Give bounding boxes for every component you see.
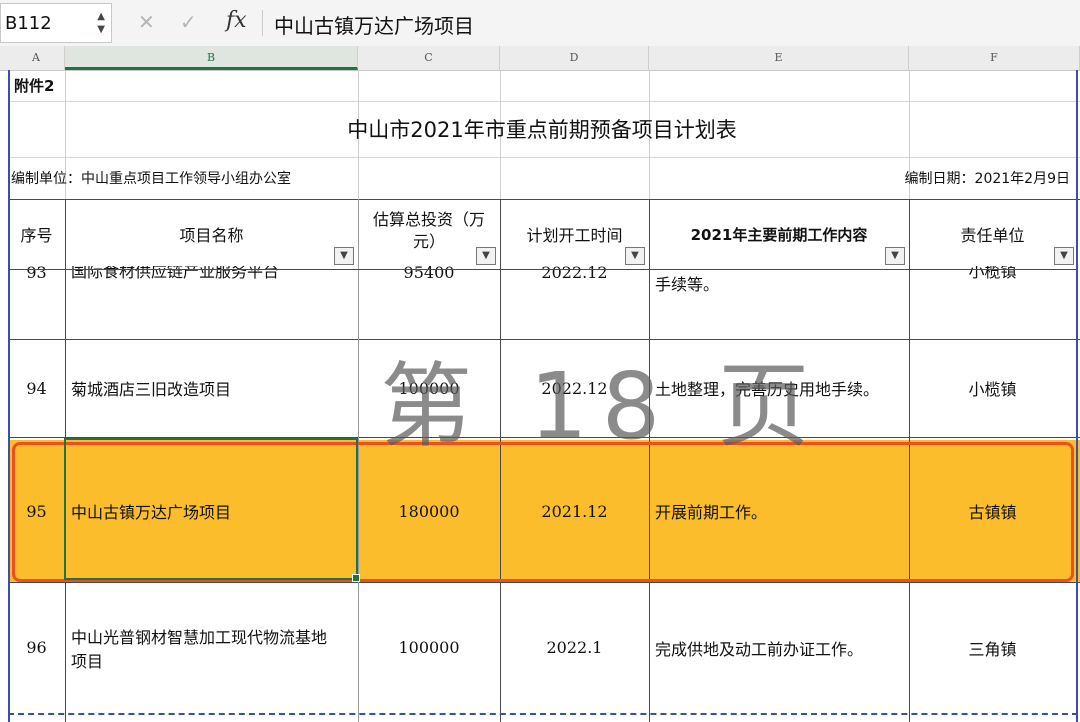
row-main-work[interactable]: 土地整理，完善历史用地手续。: [649, 339, 909, 437]
insert-function-icon[interactable]: fx: [226, 8, 247, 33]
fill-handle[interactable]: [352, 574, 360, 582]
row-seq[interactable]: 96: [8, 582, 65, 713]
formula-bar-divider: [262, 10, 263, 36]
row-start-time[interactable]: 2022.1: [500, 582, 649, 713]
formula-input[interactable]: 中山古镇万达广场项目: [274, 10, 474, 39]
row-project-name-line1: 中山光普钢材智慧加工现代物流基地: [71, 627, 328, 647]
header-main-work[interactable]: 2021年主要前期工作内容: [649, 199, 909, 269]
cell-reference[interactable]: B112: [5, 13, 52, 34]
row-project-name[interactable]: 菊城酒店三旧改造项目: [65, 339, 358, 437]
column-header-e[interactable]: E: [649, 46, 909, 70]
row-responsible-unit[interactable]: 三角镇: [909, 582, 1076, 713]
chevron-up-icon[interactable]: ▲: [97, 11, 105, 22]
spreadsheet-grid[interactable]: 附件2 中山市2021年市重点前期预备项目计划表 编制单位：中山重点项目工作领导…: [0, 70, 1080, 722]
name-box[interactable]: B112 ▲ ▼: [0, 3, 112, 43]
filter-dropdown-icon[interactable]: ▼: [625, 247, 645, 265]
row-investment[interactable]: 100000: [358, 582, 500, 713]
confirm-icon[interactable]: ✓: [180, 10, 197, 34]
row-main-work[interactable]: 手续等。: [649, 272, 909, 294]
page-break-line: [1076, 70, 1078, 722]
filter-dropdown-icon[interactable]: ▼: [1054, 247, 1074, 265]
row-main-work[interactable]: 完成供地及动工前办证工作。: [649, 582, 909, 713]
frozen-pane-border: [8, 269, 1076, 270]
header-project-name[interactable]: 项目名称: [65, 199, 358, 269]
filter-dropdown-icon[interactable]: ▼: [885, 247, 905, 265]
attachment-label[interactable]: 附件2: [8, 70, 65, 101]
header-investment-line1[interactable]: 估算总投资（万: [358, 208, 500, 229]
row-project-name-line2: 项目: [71, 651, 104, 671]
column-header-bar: A B C D E F: [0, 46, 1080, 71]
cancel-icon[interactable]: ✕: [138, 10, 155, 34]
sheet-title[interactable]: 中山市2021年市重点前期预备项目计划表: [8, 101, 1076, 157]
row-responsible-unit[interactable]: 小榄镇: [909, 339, 1076, 437]
header-responsible-unit[interactable]: 责任单位: [909, 199, 1076, 269]
filter-dropdown-icon[interactable]: ▼: [476, 247, 496, 265]
compiling-date[interactable]: 编制日期：2021年2月9日: [860, 157, 1074, 199]
filter-dropdown-icon[interactable]: ▼: [334, 247, 354, 265]
column-header-d[interactable]: D: [500, 46, 649, 70]
column-header-b[interactable]: B: [65, 46, 358, 70]
row-investment[interactable]: 100000: [358, 339, 500, 437]
column-header-f[interactable]: F: [909, 46, 1080, 70]
active-cell-selection[interactable]: [64, 438, 360, 582]
formula-bar: B112 ▲ ▼ ✕ ✓ fx 中山古镇万达广场项目: [0, 0, 1080, 47]
column-header-a[interactable]: A: [8, 46, 65, 70]
name-box-stepper[interactable]: ▲ ▼: [97, 10, 105, 36]
header-seq[interactable]: 序号: [8, 199, 65, 269]
row-start-time[interactable]: 2022.12: [500, 339, 649, 437]
chevron-down-icon[interactable]: ▼: [97, 24, 105, 35]
row-seq[interactable]: 94: [8, 339, 65, 437]
page-break-dashed: [8, 713, 1078, 715]
column-header-c[interactable]: C: [358, 46, 500, 70]
row-project-name[interactable]: 中山光普钢材智慧加工现代物流基地 项目: [65, 582, 358, 713]
compiling-unit[interactable]: 编制单位：中山重点项目工作领导小组办公室: [8, 157, 608, 199]
